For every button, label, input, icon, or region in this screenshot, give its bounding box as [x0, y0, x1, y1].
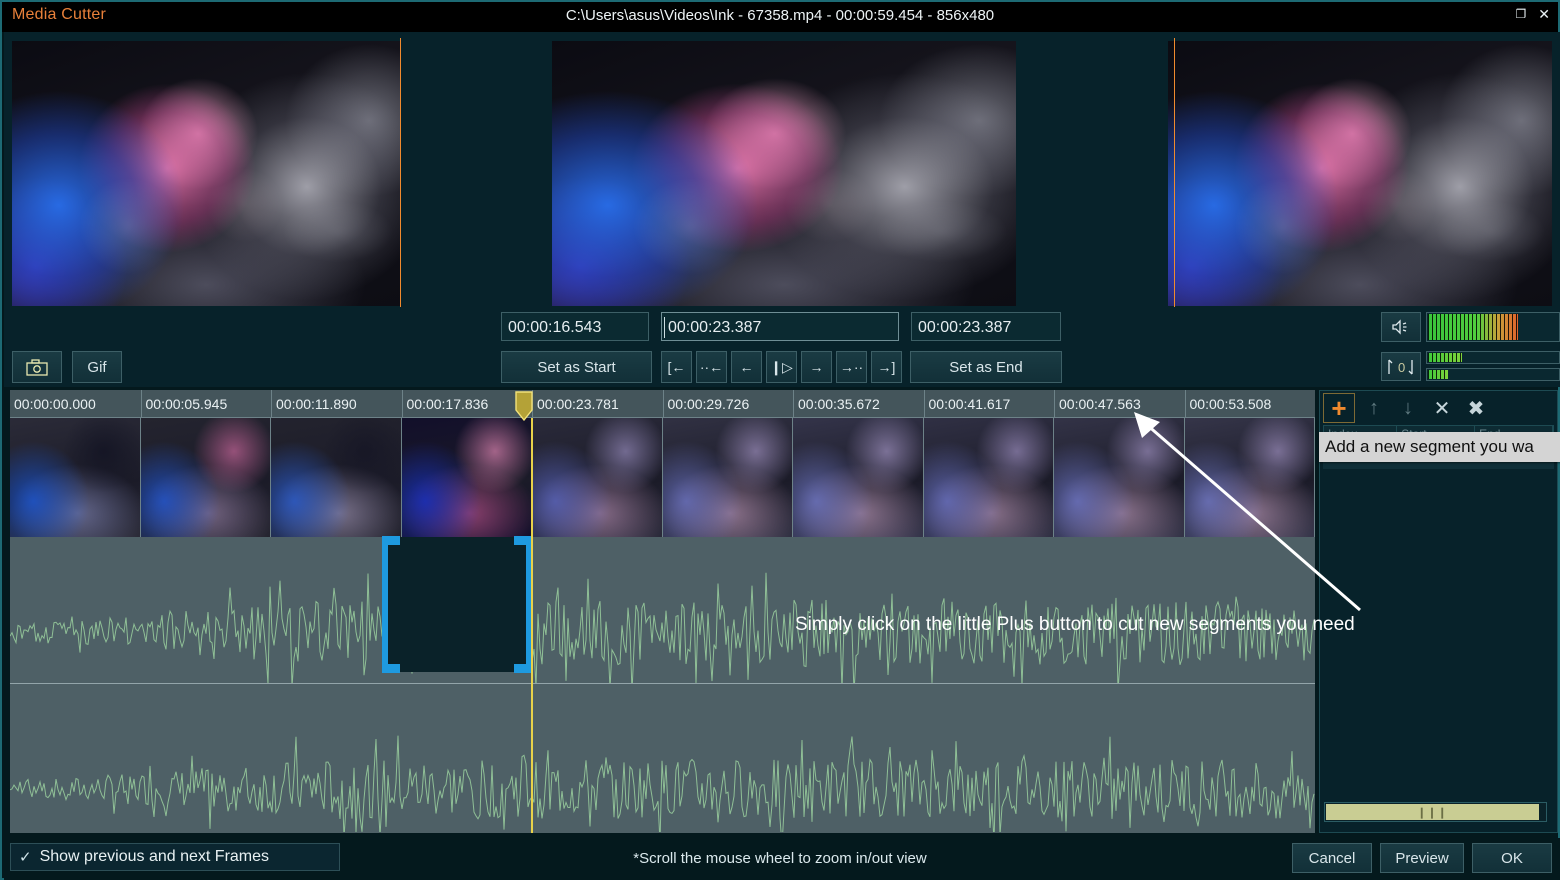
ruler-tick: 00:00:35.672 [793, 390, 924, 418]
timeline-thumbnail[interactable] [1184, 418, 1315, 537]
waveform-path-1 [10, 572, 1315, 683]
title-bar: Media Cutter C:\Users\asus\Videos\Ink - … [2, 2, 1558, 32]
waveform-path-2 [10, 735, 1315, 832]
timeline-thumbnail[interactable] [662, 418, 793, 537]
preview-row [4, 32, 1560, 307]
timeline[interactable]: 00:00:00.000 00:00:05.945 00:00:11.890 00:0… [10, 390, 1315, 833]
playhead-handle[interactable] [515, 391, 533, 422]
current-time-input[interactable]: 00:00:23.387 [661, 312, 899, 341]
preview-button[interactable]: Preview [1380, 843, 1464, 873]
master-level-meter [1426, 312, 1560, 342]
previous-frame-preview[interactable] [12, 41, 400, 306]
gif-button[interactable]: Gif [72, 351, 122, 383]
ruler-tick: 00:00:23.781 [532, 390, 663, 418]
timeline-thumbnail[interactable] [923, 418, 1054, 537]
timeline-thumbnail[interactable] [140, 418, 271, 537]
waveform-area[interactable] [10, 537, 1315, 833]
move-segment-down-button[interactable]: ↓ [1393, 394, 1423, 422]
move-segment-up-button[interactable]: ↑ [1359, 394, 1389, 422]
cancel-button[interactable]: Cancel [1292, 843, 1372, 873]
svg-text:0: 0 [1398, 360, 1407, 375]
ruler-tick: 00:00:05.945 [140, 390, 272, 418]
play-pause-button[interactable]: ❙▷ [766, 351, 797, 383]
annotation-text: Simply click on the little Plus button t… [795, 614, 1355, 635]
ruler-tick: 00:00:11.890 [271, 390, 402, 418]
timeline-thumbnail[interactable] [10, 418, 141, 537]
timeline-ruler[interactable]: 00:00:00.000 00:00:05.945 00:00:11.890 00:0… [10, 390, 1315, 418]
maximize-icon[interactable]: ❐ [1516, 7, 1527, 21]
step-forward-frame-button[interactable]: → [801, 351, 832, 383]
step-forward-fast-button[interactable]: →·· [836, 351, 867, 383]
ruler-tick: 00:00:47.563 [1054, 390, 1185, 418]
waveform-channel-2[interactable] [10, 685, 1315, 832]
jump-to-selection-start-button[interactable]: [← [661, 351, 692, 383]
delete-all-segments-button[interactable]: ✖ [1461, 394, 1491, 422]
speaker-icon [1392, 319, 1407, 335]
delete-segment-button[interactable]: ✕ [1427, 394, 1457, 422]
segment-toolbar: + ↑ ↓ ✕ ✖ [1320, 391, 1557, 425]
timeline-thumbnail[interactable] [271, 418, 402, 537]
ruler-tick: 00:00:00.000 [14, 396, 96, 412]
balance-reset-button[interactable]: 0 [1381, 352, 1421, 381]
thumbnail-strip[interactable] [10, 418, 1315, 537]
ruler-tick: 00:00:29.726 [662, 390, 794, 418]
step-back-frame-button[interactable]: ← [731, 351, 762, 383]
add-segment-button[interactable]: + [1323, 393, 1355, 423]
camera-icon [26, 358, 48, 376]
set-as-start-button[interactable]: Set as Start [501, 351, 652, 383]
ruler-tick: 00:00:41.617 [923, 390, 1055, 418]
add-segment-tooltip: Add a new segment you wa [1319, 432, 1560, 462]
timeline-thumbnail[interactable] [401, 418, 532, 537]
start-time-input[interactable]: 00:00:16.543 [501, 312, 649, 341]
step-back-fast-button[interactable]: ··← [696, 351, 727, 383]
timeline-thumbnail[interactable] [532, 418, 663, 537]
snapshot-button[interactable] [12, 351, 62, 383]
document-title: C:\Users\asus\Videos\Ink - 67358.mp4 - 0… [565, 7, 995, 24]
ruler-tick: 00:00:17.836 [401, 390, 533, 418]
segment-horizontal-scrollbar[interactable]: ❙❙❙ [1324, 802, 1547, 822]
channel-b-meter [1426, 368, 1560, 381]
waveform-channel-1[interactable] [10, 537, 1315, 684]
set-as-end-button[interactable]: Set as End [910, 351, 1062, 383]
balance-icon: 0 [1388, 359, 1413, 375]
next-frame-preview[interactable] [1168, 41, 1552, 306]
preview-divider-right [1174, 38, 1175, 307]
current-frame-preview[interactable] [552, 41, 1016, 306]
ruler-tick: 00:00:53.508 [1184, 390, 1316, 418]
segment-scrollbar-thumb[interactable]: ❙❙❙ [1326, 804, 1539, 820]
selection-region[interactable] [382, 536, 532, 673]
close-icon[interactable]: ✕ [1538, 7, 1550, 21]
mute-button[interactable] [1381, 312, 1421, 342]
channel-a-meter [1426, 351, 1560, 364]
ok-button[interactable]: OK [1472, 843, 1552, 873]
timeline-thumbnail[interactable] [1054, 418, 1185, 537]
window-controls: ❐ ✕ [1516, 7, 1551, 21]
preview-divider-left [400, 38, 401, 307]
jump-to-selection-end-button[interactable]: →] [871, 351, 902, 383]
timeline-thumbnail[interactable] [793, 418, 924, 537]
transport-buttons: [← ··← ← ❙▷ → →·· →] [661, 351, 902, 383]
playhead-line [531, 418, 533, 833]
end-time-input[interactable]: 00:00:23.387 [911, 312, 1061, 341]
